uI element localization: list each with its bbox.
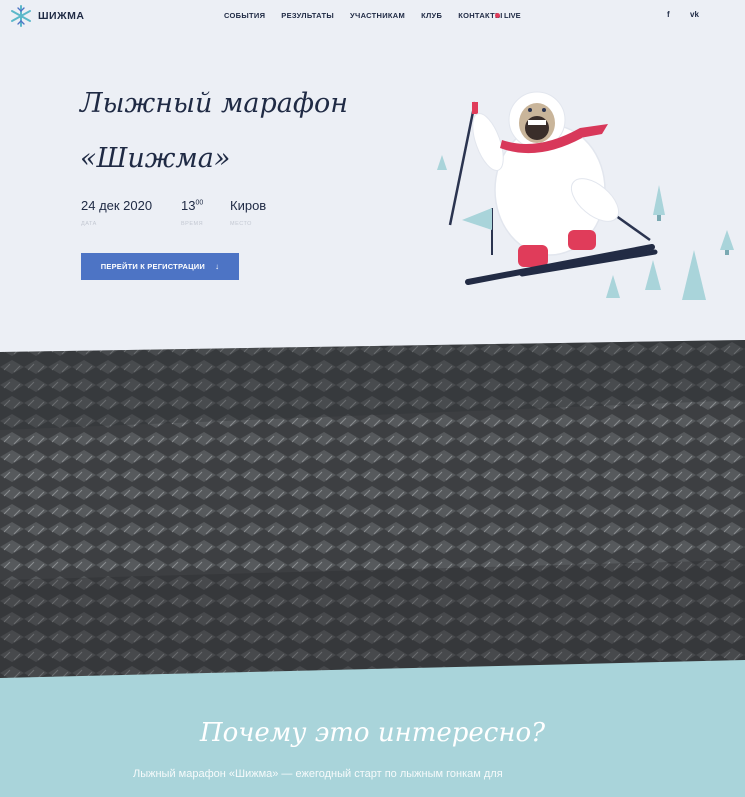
register-button[interactable]: ПЕРЕЙТИ К РЕГИСТРАЦИИ ↓ [81,253,239,280]
yeti-skier-illustration [437,91,734,300]
time-label: ВРЕМЯ [181,221,204,227]
live-dot-icon [495,13,500,18]
menu-item-club[interactable]: КЛУБ [421,11,442,20]
top-navigation: ШИЖМА СОБЫТИЯ РЕЗУЛЬТАТЫ УЧАСТНИКАМ КЛУБ… [0,0,745,30]
live-link[interactable]: LIVE [495,11,521,20]
arrow-down-icon: ↓ [214,262,220,271]
event-date: 24 дек 2020 ДАТА [81,198,152,227]
section-divider [0,660,745,682]
snowflake-logo-icon [11,5,31,27]
menu-item-participants[interactable]: УЧАСТНИКАМ [350,11,405,20]
menu-item-results[interactable]: РЕЗУЛЬТАТЫ [281,11,334,20]
hero-title-line2: «Шижма» [80,143,231,174]
logo[interactable]: ШИЖМА [10,5,84,27]
date-label: ДАТА [81,221,97,227]
main-menu: СОБЫТИЯ РЕЗУЛЬТАТЫ УЧАСТНИКАМ КЛУБ КОНТА… [224,11,519,20]
hero-title-line1: Лыжный марафон [80,88,348,119]
forest-video-background [0,340,745,680]
time-minutes: 00 [195,199,204,207]
event-time: 1300 ВРЕМЯ [181,198,203,227]
vk-icon[interactable]: vk [690,10,699,19]
menu-item-events[interactable]: СОБЫТИЯ [224,11,265,20]
time-value: 1300 [181,198,203,213]
place-label: МЕСТО [230,221,252,227]
register-button-label: ПЕРЕЙТИ К РЕГИСТРАЦИИ [100,262,205,271]
why-title: Почему это интересно? [199,718,546,748]
why-text: Лыжный марафон «Шижма» — ежегодный старт… [133,768,503,780]
time-hours: 13 [181,198,196,213]
date-value: 24 дек 2020 [81,198,153,213]
facebook-icon[interactable]: f [667,10,670,19]
live-label: LIVE [504,11,521,20]
logo-text: ШИЖМА [38,10,85,22]
place-value: Киров [230,198,267,213]
event-place: Киров МЕСТО [230,198,266,227]
